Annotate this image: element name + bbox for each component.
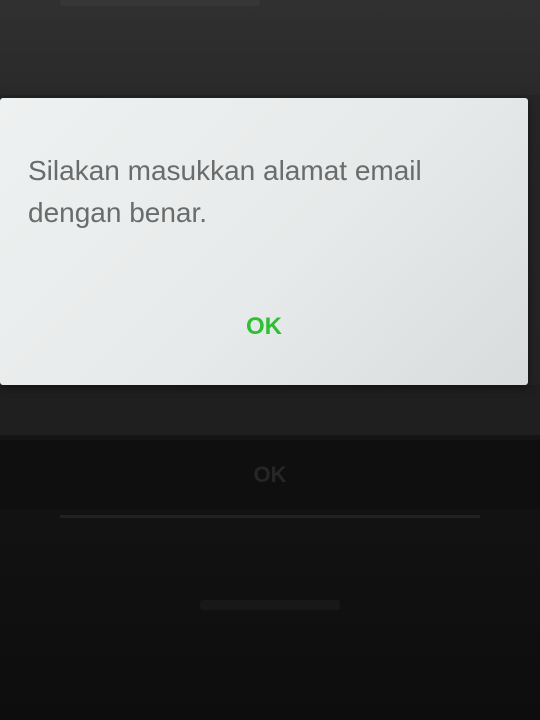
background-faint-element bbox=[200, 600, 340, 610]
ok-button[interactable]: OK bbox=[224, 305, 304, 349]
background-header-text bbox=[60, 0, 260, 6]
background-header bbox=[0, 0, 540, 95]
alert-dialog: Silakan masukkan alamat email dengan ben… bbox=[0, 98, 528, 385]
dialog-message: Silakan masukkan alamat email dengan ben… bbox=[28, 155, 422, 228]
background-divider bbox=[60, 515, 480, 518]
background-band bbox=[0, 385, 540, 435]
background-ok-button: OK bbox=[0, 440, 540, 510]
